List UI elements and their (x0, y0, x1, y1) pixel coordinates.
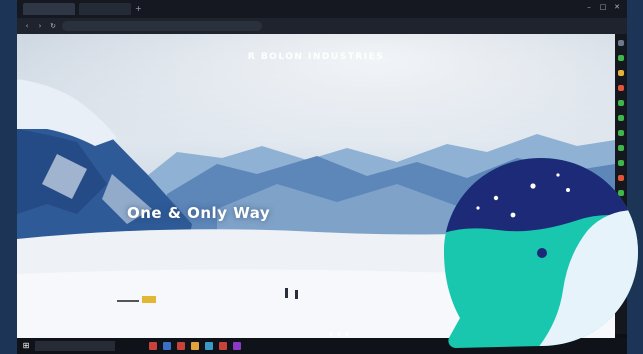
sidebar-app-icon[interactable] (618, 85, 624, 91)
carousel-dot[interactable] (337, 332, 341, 336)
close-icon[interactable]: ✕ (613, 3, 621, 11)
taskbar-app-icon[interactable] (149, 342, 157, 350)
sidebar-app-icon[interactable] (618, 55, 624, 61)
taskbar-app-icon[interactable] (163, 342, 171, 350)
taskbar-app-icon[interactable] (191, 342, 199, 350)
site-logo[interactable]: R BOLON INDUSTRIES (17, 52, 615, 62)
carousel-indicators (329, 332, 349, 336)
forward-arrow-icon[interactable]: › (36, 22, 44, 30)
carousel-dot[interactable] (345, 332, 349, 336)
browser-tab-bar: + – □ ✕ (17, 0, 627, 18)
star-icon (493, 195, 499, 201)
window-controls: – □ ✕ (585, 3, 621, 11)
taskbar-app-icon[interactable] (205, 342, 213, 350)
taskbar-app-icon[interactable] (219, 342, 227, 350)
sidebar-app-icon[interactable] (618, 115, 624, 121)
back-arrow-icon[interactable]: ‹ (23, 22, 31, 30)
star-icon (476, 206, 480, 210)
url-field[interactable] (62, 21, 262, 31)
browser-tab[interactable] (79, 3, 131, 15)
sidebar-app-icon[interactable] (618, 100, 624, 106)
taskbar-apps (149, 342, 241, 350)
star-icon (556, 173, 560, 177)
hero-heading: One & Only Way (127, 204, 271, 222)
sidebar-app-icon[interactable] (618, 40, 624, 46)
minimize-icon[interactable]: – (585, 3, 593, 11)
maximize-icon[interactable]: □ (599, 3, 607, 11)
star-icon (530, 183, 536, 189)
sidebar-app-icon[interactable] (618, 70, 624, 76)
taskbar-search-box[interactable] (35, 341, 115, 351)
taskbar-app-icon[interactable] (233, 342, 241, 350)
whale-eye-icon (537, 248, 547, 258)
carousel-dot[interactable] (329, 332, 333, 336)
site-navigation (17, 86, 615, 89)
sidebar-app-icon[interactable] (618, 130, 624, 136)
new-tab-button[interactable]: + (135, 3, 142, 15)
star-icon (510, 212, 516, 218)
address-bar: ‹ › ↻ (17, 18, 627, 34)
reload-icon[interactable]: ↻ (49, 22, 57, 30)
whale-browser-logo (444, 158, 638, 348)
windows-start-icon[interactable]: ⊞ (21, 341, 31, 351)
taskbar-app-icon[interactable] (177, 342, 185, 350)
star-icon (566, 188, 570, 192)
browser-tab-active[interactable] (23, 3, 75, 15)
